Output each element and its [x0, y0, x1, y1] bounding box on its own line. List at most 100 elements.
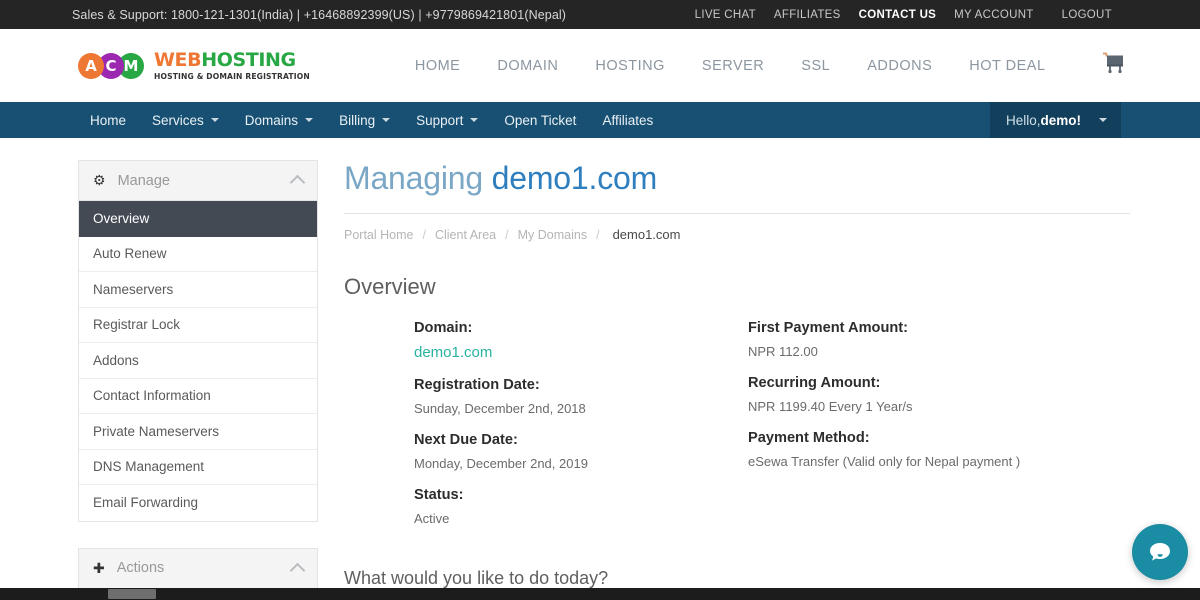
nav-server[interactable]: SERVER — [702, 58, 764, 74]
detail-label-domain: Domain: — [414, 320, 473, 336]
detail-label-recurring-amount: Recurring Amount: — [748, 375, 881, 391]
logo-tagline: HOSTING & DOMAIN REGISTRATION — [154, 71, 310, 81]
bluenav-services[interactable]: Services — [152, 113, 219, 128]
breadcrumb-separator: / — [505, 227, 509, 242]
breadcrumb-current: demo1.com — [612, 227, 681, 242]
manage-panel-title: Manage — [117, 172, 170, 189]
sidebar-item-private-nameservers[interactable]: Private Nameservers — [79, 414, 317, 450]
top-link-my-account[interactable]: MY ACCOUNT — [954, 9, 1033, 21]
breadcrumb-separator: / — [422, 227, 426, 242]
todo-title: What would you like to do today? — [344, 568, 609, 588]
sidebar-item-overview[interactable]: Overview — [79, 201, 317, 237]
detail-value-registration-date: Sunday, December 2nd, 2018 — [414, 401, 586, 416]
sidebar-item-label: Contact Information — [93, 388, 211, 404]
actions-panel-header[interactable]: ✚ Actions — [79, 548, 317, 589]
chevron-down-icon — [210, 118, 219, 122]
sidebar-item-dns-management[interactable]: DNS Management — [79, 449, 317, 485]
bluenav-affiliates[interactable]: Affiliates — [602, 113, 653, 128]
chevron-down-icon — [470, 118, 479, 122]
detail-value-next-due-date: Monday, December 2nd, 2019 — [414, 456, 588, 471]
details-column-right: First Payment Amount: NPR 112.00 Recurri… — [748, 320, 1130, 542]
sidebar: ⚙ Manage Overview Auto Renew Nameservers… — [78, 160, 318, 600]
detail-label-status: Status: — [414, 487, 464, 503]
manage-panel: ⚙ Manage Overview Auto Renew Nameservers… — [78, 160, 318, 522]
sidebar-item-email-forwarding[interactable]: Email Forwarding — [79, 485, 317, 521]
logo-word-web: WEB — [154, 48, 202, 71]
actions-panel-title: Actions — [116, 560, 165, 576]
breadcrumb-separator: / — [596, 227, 600, 242]
bluenav-billing[interactable]: Billing — [339, 112, 391, 128]
chat-bubble-icon[interactable] — [1132, 524, 1188, 580]
detail-label-payment-method: Payment Method: — [748, 430, 870, 446]
page-title-prefix: Managing — [344, 160, 483, 196]
user-greeting: Hello,demo! — [1006, 113, 1081, 128]
nav-hot-deal[interactable]: HOT DEAL — [969, 58, 1045, 74]
client-navigation: Home Services Domains Billing Support Op… — [90, 102, 653, 138]
domain-details: Domain: demo1.com Registration Date: Sun… — [344, 320, 1130, 542]
sidebar-item-label: Auto Renew — [93, 246, 167, 262]
top-link-affiliates[interactable]: AFFILIATES — [774, 9, 841, 21]
chevron-up-icon[interactable] — [289, 174, 306, 191]
breadcrumb-portal-home[interactable]: Portal Home — [344, 228, 413, 242]
sidebar-item-label: Private Nameservers — [93, 423, 220, 439]
bluenav-support[interactable]: Support — [416, 112, 479, 128]
sidebar-item-label: DNS Management — [93, 459, 205, 475]
breadcrumb-my-domains[interactable]: My Domains — [518, 228, 587, 242]
sidebar-item-label: Overview — [93, 210, 150, 226]
logo-word: WEBHOSTING — [154, 48, 310, 71]
detail-value-payment-method: eSewa Transfer (Valid only for Nepal pay… — [748, 454, 1021, 469]
bluenav-home[interactable]: Home — [90, 113, 126, 128]
nav-ssl[interactable]: SSL — [801, 58, 830, 74]
gear-icon: ⚙ — [93, 172, 106, 188]
sidebar-item-contact-information[interactable]: Contact Information — [79, 378, 317, 414]
nav-home[interactable]: HOME — [415, 58, 461, 74]
breadcrumb: Portal Home / Client Area / My Domains /… — [344, 227, 1130, 242]
top-link-live-chat[interactable]: LIVE CHAT — [695, 9, 756, 21]
detail-label-next-due-date: Next Due Date: — [414, 432, 518, 448]
logo-circle-a: A — [78, 52, 104, 79]
sidebar-item-label: Nameservers — [93, 281, 174, 297]
plus-icon: ✚ — [93, 559, 105, 576]
top-link-logout[interactable]: LOGOUT — [1062, 9, 1112, 21]
detail-label-first-payment-amount: First Payment Amount: — [748, 320, 909, 336]
manage-panel-header[interactable]: ⚙ Manage — [79, 161, 317, 201]
sidebar-item-label: Email Forwarding — [93, 495, 199, 511]
bluenav-billing-label: Billing — [339, 112, 376, 128]
user-menu[interactable]: Hello,demo! — [989, 102, 1121, 138]
site-logo[interactable]: A C M WEBHOSTING HOSTING & DOMAIN REGIST… — [78, 48, 310, 81]
bluenav-affiliates-label: Affiliates — [602, 112, 654, 128]
nav-domain[interactable]: DOMAIN — [497, 58, 558, 74]
detail-value-domain[interactable]: demo1.com — [414, 344, 748, 361]
user-greeting-text: Hello, — [1005, 112, 1041, 128]
detail-value-recurring-amount: NPR 1199.40 Every 1 Year/s — [748, 399, 913, 414]
nav-addons[interactable]: ADDONS — [867, 58, 932, 74]
top-utility-links: LIVE CHAT AFFILIATES CONTACT US MY ACCOU… — [695, 9, 1180, 21]
sidebar-item-auto-renew[interactable]: Auto Renew — [79, 236, 317, 272]
main-content: Managing demo1.com Portal Home / Client … — [344, 160, 1200, 600]
chevron-down-icon — [305, 118, 314, 122]
nav-hosting[interactable]: HOSTING — [595, 58, 665, 74]
user-name: demo! — [1040, 112, 1082, 128]
sales-support-text: Sales & Support: 1800-121-1301(India) | … — [72, 7, 567, 22]
chevron-up-icon[interactable] — [289, 562, 306, 578]
top-utility-bar: Sales & Support: 1800-121-1301(India) | … — [0, 0, 1200, 29]
shopping-cart-icon[interactable] — [1102, 52, 1128, 79]
bluenav-open-ticket[interactable]: Open Ticket — [504, 113, 576, 128]
detail-value-status: Active — [414, 511, 450, 526]
chevron-down-icon — [1099, 118, 1107, 122]
sidebar-item-label: Registrar Lock — [93, 317, 181, 333]
horizontal-scrollbar[interactable] — [0, 588, 1200, 600]
scrollbar-thumb[interactable] — [108, 589, 156, 599]
secondary-navigation-bar: Home Services Domains Billing Support Op… — [0, 102, 1200, 138]
bluenav-domains[interactable]: Domains — [245, 113, 314, 128]
bluenav-support-label: Support — [416, 112, 464, 128]
section-title-overview: Overview — [344, 274, 436, 299]
breadcrumb-client-area[interactable]: Client Area — [435, 228, 496, 242]
sidebar-item-nameservers[interactable]: Nameservers — [79, 272, 317, 308]
top-link-contact-us[interactable]: CONTACT US — [859, 9, 937, 21]
logo-circles: A C M — [78, 52, 144, 79]
detail-label-registration-date: Registration Date: — [414, 377, 540, 393]
logo-word-hosting: HOSTING — [201, 48, 296, 71]
sidebar-item-registrar-lock[interactable]: Registrar Lock — [79, 307, 317, 343]
sidebar-item-addons[interactable]: Addons — [79, 343, 317, 379]
